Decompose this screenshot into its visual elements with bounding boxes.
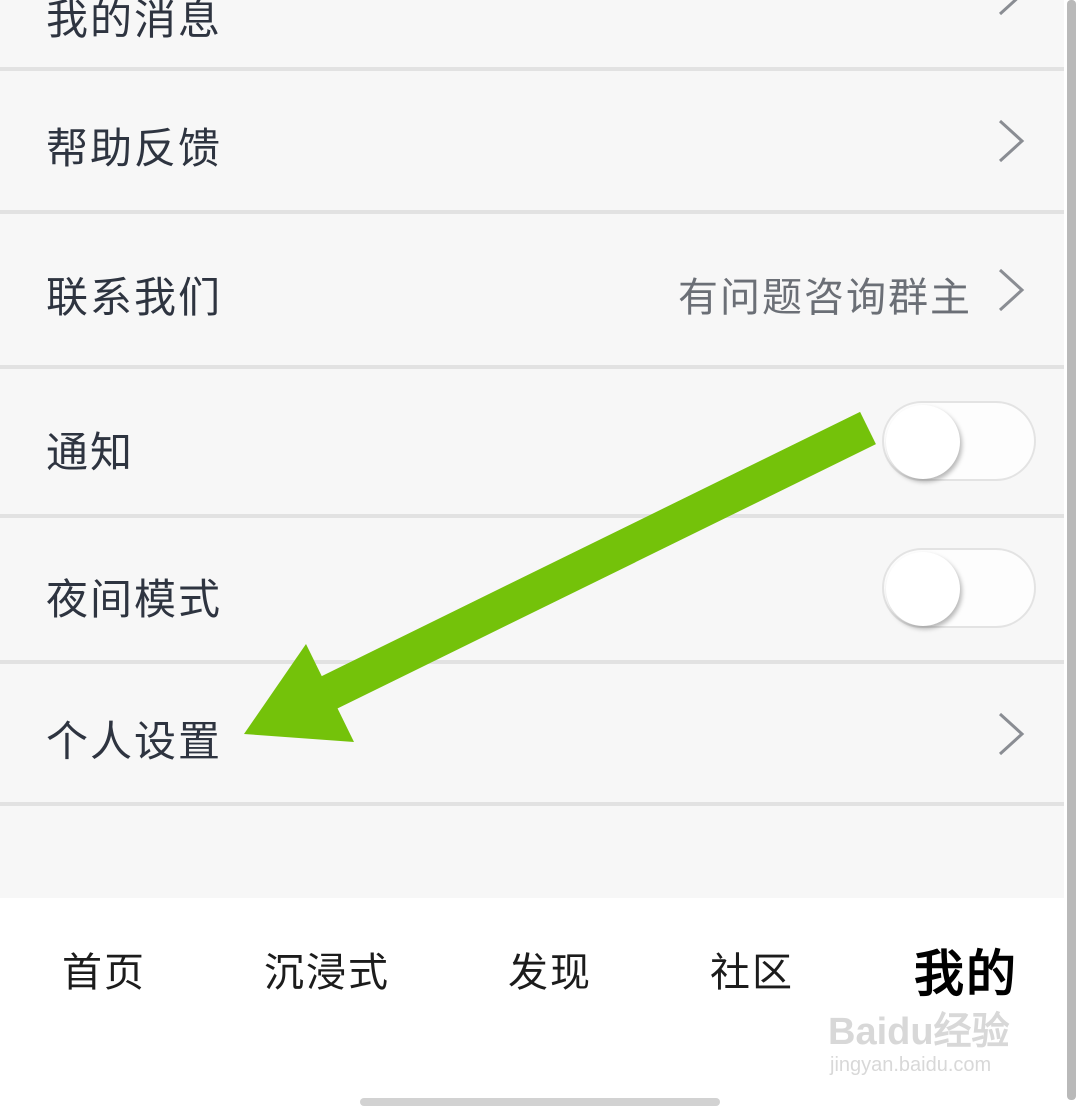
menu-item-label: 夜间模式 [46, 575, 223, 624]
toggle-knob [886, 405, 960, 479]
tab-discover[interactable]: 发现 [508, 940, 592, 998]
chevron-right-icon [998, 119, 1025, 163]
watermark-url: jingyan.baidu.com [830, 1054, 992, 1076]
chevron-right-icon [998, 268, 1025, 312]
chevron-right-icon [998, 712, 1025, 756]
watermark: Baidu经验 jingyan.baidu.com [828, 1000, 1028, 1090]
menu-item-label: 帮助反馈 [46, 124, 223, 173]
menu-item-label: 通知 [46, 428, 135, 477]
tab-community[interactable]: 社区 [710, 940, 794, 998]
divider [0, 802, 1080, 806]
menu-item-label: 我的消息 [46, 0, 223, 44]
watermark-logo: Baidu经验 [828, 1011, 1010, 1053]
menu-row-personal-settings[interactable]: 个人设置 [0, 664, 1064, 802]
menu-row-night-mode: 夜间模式 [0, 518, 1064, 660]
menu-item-label: 个人设置 [46, 717, 223, 766]
tab-home[interactable]: 首页 [62, 940, 146, 998]
notifications-toggle[interactable] [882, 401, 1036, 481]
scrollbar[interactable] [1064, 0, 1080, 1108]
menu-row-contact-us[interactable]: 联系我们 有问题咨询群主 [0, 214, 1064, 365]
tab-immersive[interactable]: 沉浸式 [264, 940, 390, 998]
menu-row-notifications: 通知 [0, 369, 1064, 514]
contact-hint-text: 有问题咨询群主 [678, 275, 972, 321]
menu-row-my-messages[interactable]: 我的消息 [0, 0, 1064, 68]
night-mode-toggle[interactable] [882, 548, 1036, 628]
menu-row-help-feedback[interactable]: 帮助反馈 [0, 71, 1064, 210]
home-indicator [360, 1098, 720, 1106]
scrollbar-thumb[interactable] [1067, 0, 1076, 1100]
tab-mine[interactable]: 我的 [914, 934, 1018, 1006]
chevron-right-icon [998, 0, 1018, 16]
toggle-knob [886, 552, 960, 626]
menu-item-label: 联系我们 [46, 273, 223, 322]
